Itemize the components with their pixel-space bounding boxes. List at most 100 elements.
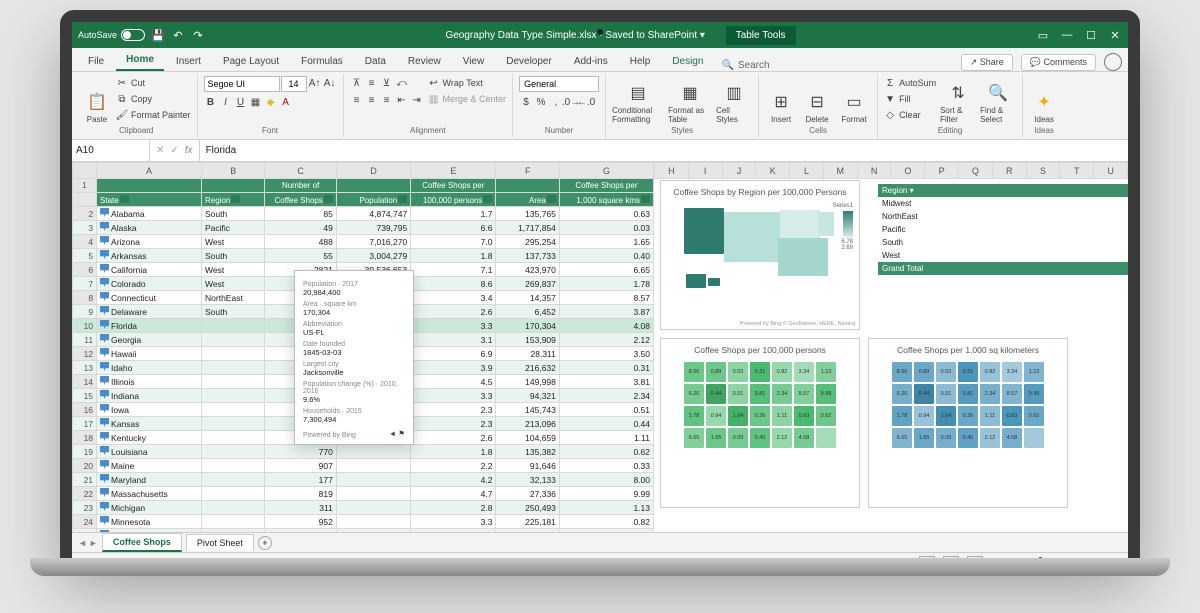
table-row[interactable]: 25Mississippi1.1125,4430.26 [73, 529, 654, 533]
copy-icon: ⧉ [116, 93, 128, 105]
tab-design[interactable]: Design [662, 52, 713, 71]
indent-inc-icon[interactable]: ⇥ [410, 93, 424, 107]
cell-styles-button[interactable]: ▥Cell Styles [716, 76, 752, 124]
align-mid-icon[interactable]: ≡ [365, 76, 379, 90]
ribbon-tabs: File Home Insert Page Layout Formulas Da… [72, 48, 1128, 72]
sheet-tab-coffee[interactable]: Coffee Shops [102, 533, 182, 552]
table-row[interactable]: 20Maine9072.291,6460.33 [73, 459, 654, 473]
delete-cells-button[interactable]: ⊟Delete [801, 76, 833, 124]
table-row[interactable]: 5ArkansasSouth553,004,2791.8137,7330.40 [73, 249, 654, 263]
dec-decimal-icon[interactable]: ←.0 [579, 95, 593, 109]
percent-icon[interactable]: % [534, 95, 548, 109]
table-row[interactable]: 23Michigan3112.8250,4931.13 [73, 501, 654, 515]
clear-icon: ◇ [884, 109, 896, 121]
tab-developer[interactable]: Developer [496, 52, 562, 71]
insert-cells-button[interactable]: ⊞Insert [765, 76, 797, 124]
align-left-icon[interactable]: ≡ [350, 93, 364, 107]
merge-center-button[interactable]: ▥Merge & Center [428, 92, 507, 106]
feedback-icon[interactable] [1104, 53, 1122, 71]
fill-color-button[interactable]: ◆ [264, 95, 278, 109]
close-icon[interactable]: ✕ [1108, 28, 1122, 42]
formula-input[interactable]: Florida [200, 145, 1128, 156]
redo-icon[interactable]: ↷ [191, 28, 205, 42]
group-font: A↑ A↓ B I U ▦ ◆ A Font [198, 74, 344, 137]
cond-fmt-icon: ▤ [627, 82, 649, 104]
paste-button[interactable]: 📋Paste [82, 76, 112, 124]
save-icon[interactable]: 💾 [151, 28, 165, 42]
table-row[interactable]: 3AlaskaPacific49739,7956.61,717,8540.03 [73, 221, 654, 235]
underline-button[interactable]: U [234, 95, 248, 109]
flag-icon[interactable]: ◄ ⚑ [389, 429, 405, 438]
font-name-input[interactable] [204, 76, 280, 92]
search-box[interactable]: 🔍Search [721, 60, 769, 71]
currency-icon[interactable]: $ [519, 95, 533, 109]
tab-home[interactable]: Home [116, 50, 164, 71]
minimize-icon[interactable]: — [1060, 28, 1074, 42]
worksheet-grid[interactable]: ABCDEFG 1Number ofCoffee Shops perCoffee… [72, 162, 654, 532]
autosum-button[interactable]: ΣAutoSum [884, 76, 936, 90]
font-color-button[interactable]: A [279, 95, 293, 109]
table-tools-tab[interactable]: Table Tools [726, 26, 796, 45]
format-painter-button[interactable]: 🖌Format Painter [116, 108, 191, 122]
name-box[interactable]: A10 [72, 140, 150, 161]
add-sheet-button[interactable]: + [258, 536, 272, 550]
tab-formulas[interactable]: Formulas [291, 52, 353, 71]
table-row[interactable]: 19Louisiana7701.8135,3820.62 [73, 445, 654, 459]
table-row[interactable]: 21Maryland1774.232,1338.00 [73, 473, 654, 487]
pivot-summary[interactable]: Region ▾Average Midwest3.04NorthEast2.73… [878, 184, 1128, 275]
font-size-input[interactable] [281, 76, 307, 92]
chart-per-100k[interactable]: Coffee Shops per 100,000 persons 8.660.8… [660, 338, 860, 508]
increase-font-icon[interactable]: A↑ [308, 76, 322, 90]
wrap-text-button[interactable]: ↩Wrap Text [428, 76, 507, 90]
maximize-icon[interactable]: ☐ [1084, 28, 1098, 42]
paste-icon: 📋 [86, 91, 108, 113]
find-select-button[interactable]: 🔍Find & Select [980, 76, 1016, 124]
number-format-select[interactable] [519, 76, 599, 92]
clear-button[interactable]: ◇Clear [884, 108, 936, 122]
ribbon-options-icon[interactable]: ▭ [1036, 28, 1050, 42]
chart-region-map[interactable]: Coffee Shops by Region per 100,000 Perso… [660, 180, 860, 330]
tab-prev-icon[interactable]: ◄ [78, 538, 87, 548]
title-bar: AutoSave 💾 ↶ ↷ Geography Data Type Simpl… [72, 22, 1128, 48]
fill-icon: ▼ [884, 93, 896, 105]
align-right-icon[interactable]: ≡ [380, 93, 394, 107]
tab-next-icon[interactable]: ► [89, 538, 98, 548]
border-button[interactable]: ▦ [249, 95, 263, 109]
decrease-font-icon[interactable]: A↓ [323, 76, 337, 90]
autosave-toggle[interactable]: AutoSave [78, 29, 145, 41]
tab-addins[interactable]: Add-ins [564, 52, 618, 71]
table-row[interactable]: 22Massachusetts8194.727,3369.99 [73, 487, 654, 501]
tab-insert[interactable]: Insert [166, 52, 211, 71]
sheet-tab-pivot[interactable]: Pivot Sheet [186, 534, 254, 551]
align-top-icon[interactable]: ⊼ [350, 76, 364, 90]
undo-icon[interactable]: ↶ [171, 28, 185, 42]
sort-filter-button[interactable]: ⇅Sort & Filter [940, 76, 976, 124]
share-button[interactable]: ↗ Share [961, 54, 1013, 71]
comments-button[interactable]: 💬 Comments [1021, 54, 1096, 71]
bold-button[interactable]: B [204, 95, 218, 109]
cut-button[interactable]: ✂Cut [116, 76, 191, 90]
ideas-button[interactable]: ✦Ideas [1029, 76, 1059, 124]
table-row[interactable]: 24Minnesota9523.3225,1810.82 [73, 515, 654, 529]
tab-file[interactable]: File [78, 52, 114, 71]
ideas-icon: ✦ [1033, 91, 1055, 113]
table-row[interactable]: 4ArizonaWest4887,016,2707.0295,2541.65 [73, 235, 654, 249]
tab-data[interactable]: Data [355, 52, 396, 71]
tab-help[interactable]: Help [620, 52, 661, 71]
group-styles: ▤Conditional Formatting ▦Format as Table… [606, 74, 759, 137]
tab-view[interactable]: View [453, 52, 495, 71]
align-center-icon[interactable]: ≡ [365, 93, 379, 107]
conditional-formatting-button[interactable]: ▤Conditional Formatting [612, 76, 664, 124]
tab-page-layout[interactable]: Page Layout [213, 52, 289, 71]
align-bot-icon[interactable]: ⊻ [380, 76, 394, 90]
format-cells-button[interactable]: ▭Format [837, 76, 871, 124]
tab-review[interactable]: Review [398, 52, 451, 71]
table-row[interactable]: 2AlabamaSouth854,874,7471.7135,7650.63 [73, 207, 654, 221]
chart-per-1000km[interactable]: Coffee Shops per 1,000 sq kilometers 8.6… [868, 338, 1068, 508]
copy-button[interactable]: ⧉Copy [116, 92, 191, 106]
orientation-icon[interactable]: ⤺ [395, 76, 409, 90]
italic-button[interactable]: I [219, 95, 233, 109]
indent-dec-icon[interactable]: ⇤ [395, 93, 409, 107]
fill-button[interactable]: ▼Fill [884, 92, 936, 106]
format-as-table-button[interactable]: ▦Format as Table [668, 76, 712, 124]
